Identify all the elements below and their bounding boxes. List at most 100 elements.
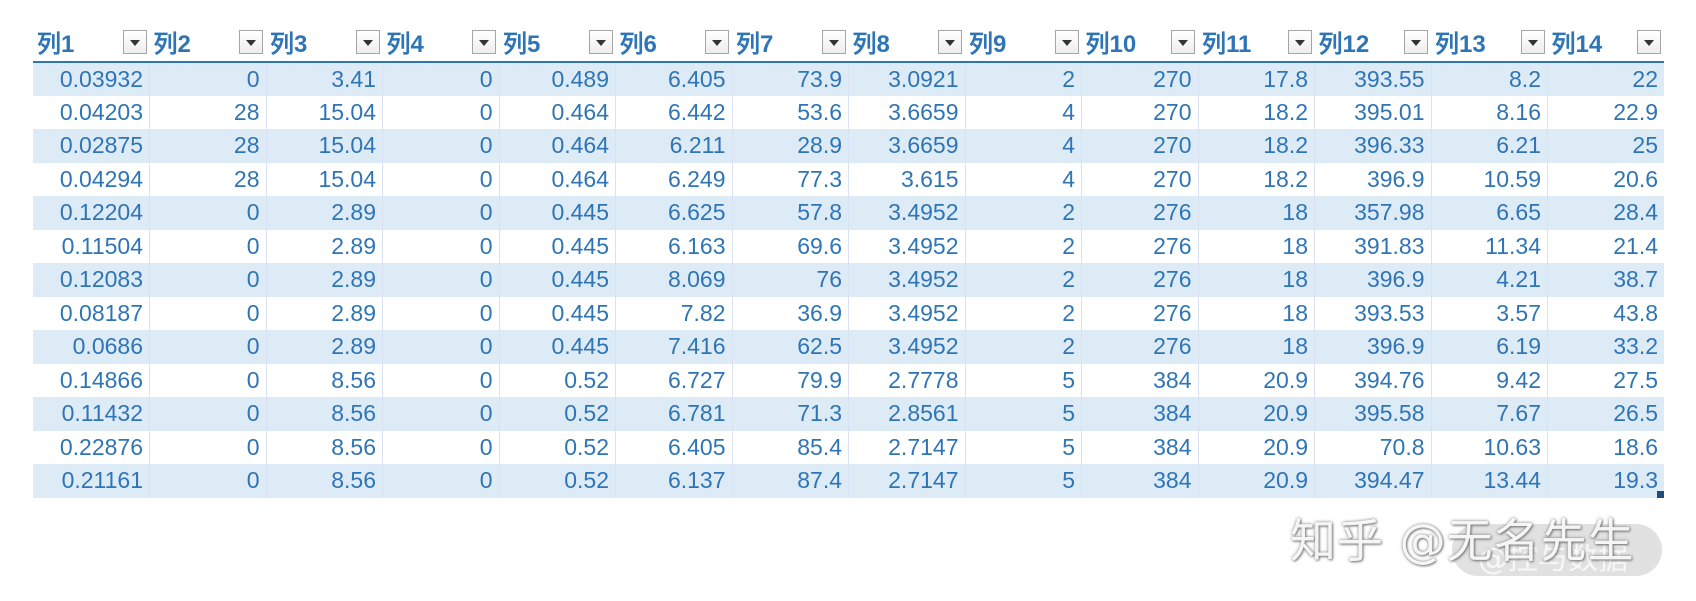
table-cell[interactable]: 76 — [732, 263, 849, 297]
table-cell[interactable]: 0 — [382, 397, 500, 431]
table-cell[interactable]: 0.08187 — [33, 296, 150, 330]
table-cell[interactable]: 28.9 — [732, 129, 849, 163]
table-cell[interactable]: 79.9 — [732, 363, 849, 397]
table-cell[interactable]: 33.2 — [1547, 330, 1664, 364]
table-cell[interactable]: 11.34 — [1431, 229, 1548, 263]
table-cell[interactable]: 0.52 — [499, 397, 616, 431]
filter-dropdown-button[interactable] — [588, 30, 613, 54]
table-cell[interactable]: 4.21 — [1431, 263, 1548, 297]
table-cell[interactable]: 394.76 — [1314, 363, 1432, 397]
table-cell[interactable]: 0.52 — [499, 363, 616, 397]
filter-dropdown-button[interactable] — [239, 30, 263, 54]
table-cell[interactable]: 6.727 — [615, 363, 733, 397]
table-cell[interactable]: 0.0686 — [33, 330, 150, 364]
table-cell[interactable]: 7.416 — [615, 330, 733, 364]
filter-dropdown-button[interactable] — [472, 30, 496, 54]
table-cell[interactable]: 3.4952 — [848, 229, 966, 263]
table-cell[interactable]: 396.9 — [1314, 263, 1432, 297]
table-cell[interactable]: 62.5 — [732, 330, 849, 364]
filter-dropdown-button[interactable] — [938, 30, 962, 54]
column-header[interactable]: 列3 — [266, 28, 383, 63]
table-cell[interactable]: 0 — [382, 95, 500, 129]
table-cell[interactable]: 391.83 — [1314, 229, 1432, 263]
table-cell[interactable]: 21.4 — [1547, 229, 1664, 263]
table-cell[interactable]: 20.6 — [1547, 162, 1664, 196]
table-cell[interactable]: 22.9 — [1547, 95, 1664, 129]
table-cell[interactable]: 0.22876 — [33, 430, 150, 464]
filter-dropdown-button[interactable] — [1171, 30, 1195, 54]
table-cell[interactable]: 393.55 — [1314, 62, 1432, 96]
table-cell[interactable]: 0.464 — [499, 95, 616, 129]
table-cell[interactable]: 2.89 — [266, 330, 383, 364]
table-cell[interactable]: 2 — [965, 62, 1082, 96]
table-cell[interactable]: 3.4952 — [848, 296, 966, 330]
table-cell[interactable]: 2.89 — [266, 196, 383, 230]
column-header[interactable]: 列12 — [1314, 28, 1431, 63]
table-cell[interactable]: 270 — [1081, 129, 1199, 163]
table-cell[interactable]: 15.04 — [266, 162, 383, 196]
column-header[interactable]: 列1 — [33, 28, 150, 63]
table-cell[interactable]: 4 — [965, 162, 1082, 196]
table-cell[interactable]: 27.5 — [1547, 363, 1664, 397]
table-cell[interactable]: 15.04 — [266, 129, 383, 163]
table-cell[interactable]: 0 — [382, 430, 500, 464]
table-cell[interactable]: 18 — [1198, 196, 1315, 230]
column-header[interactable]: 列13 — [1431, 28, 1548, 63]
table-cell[interactable]: 43.8 — [1547, 296, 1664, 330]
table-cell[interactable]: 20.9 — [1198, 430, 1315, 464]
table-cell[interactable]: 0 — [382, 263, 500, 297]
table-cell[interactable]: 394.47 — [1314, 464, 1432, 498]
column-header[interactable]: 列9 — [965, 28, 1082, 63]
table-cell[interactable]: 0 — [149, 330, 267, 364]
table-cell[interactable]: 0.04203 — [33, 95, 150, 129]
table-cell[interactable]: 10.59 — [1431, 162, 1548, 196]
table-cell[interactable]: 0 — [149, 196, 267, 230]
column-header[interactable]: 列2 — [149, 28, 266, 63]
table-resize-handle[interactable] — [1657, 490, 1664, 498]
table-cell[interactable]: 18 — [1198, 296, 1315, 330]
table-cell[interactable]: 0 — [382, 129, 500, 163]
table-cell[interactable]: 28 — [149, 129, 267, 163]
table-cell[interactable]: 10.63 — [1431, 430, 1548, 464]
table-cell[interactable]: 0.12083 — [33, 263, 150, 297]
table-cell[interactable]: 5 — [965, 464, 1082, 498]
table-cell[interactable]: 17.8 — [1198, 62, 1315, 96]
table-cell[interactable]: 0.14866 — [33, 363, 150, 397]
table-cell[interactable]: 3.4952 — [848, 330, 966, 364]
table-cell[interactable]: 0 — [382, 464, 500, 498]
table-cell[interactable]: 6.211 — [615, 129, 733, 163]
table-cell[interactable]: 3.6659 — [848, 129, 966, 163]
table-cell[interactable]: 3.4952 — [848, 263, 966, 297]
filter-dropdown-button[interactable] — [705, 30, 729, 54]
table-cell[interactable]: 38.7 — [1547, 263, 1664, 297]
table-cell[interactable]: 357.98 — [1314, 196, 1432, 230]
column-header[interactable]: 列6 — [615, 28, 732, 63]
table-cell[interactable]: 18 — [1198, 330, 1315, 364]
table-cell[interactable]: 396.33 — [1314, 129, 1432, 163]
table-cell[interactable]: 2 — [965, 263, 1082, 297]
table-cell[interactable]: 0 — [382, 229, 500, 263]
table-cell[interactable]: 69.6 — [732, 229, 849, 263]
table-cell[interactable]: 8.16 — [1431, 95, 1548, 129]
table-cell[interactable]: 0 — [149, 397, 267, 431]
table-cell[interactable]: 0 — [382, 330, 500, 364]
table-cell[interactable]: 384 — [1081, 363, 1199, 397]
table-cell[interactable]: 20.9 — [1198, 397, 1315, 431]
column-header[interactable]: 列7 — [732, 28, 849, 63]
table-cell[interactable]: 5 — [965, 430, 1082, 464]
table-cell[interactable]: 0 — [382, 62, 500, 96]
table-cell[interactable]: 0 — [149, 296, 267, 330]
table-cell[interactable]: 0.02875 — [33, 129, 150, 163]
table-cell[interactable]: 384 — [1081, 397, 1199, 431]
table-cell[interactable]: 15.04 — [266, 95, 383, 129]
table-cell[interactable]: 28.4 — [1547, 196, 1664, 230]
table-cell[interactable]: 3.615 — [848, 162, 966, 196]
table-cell[interactable]: 3.4952 — [848, 196, 966, 230]
table-cell[interactable]: 0.445 — [499, 229, 616, 263]
table-cell[interactable]: 6.19 — [1431, 330, 1548, 364]
table-cell[interactable]: 13.44 — [1431, 464, 1548, 498]
column-header[interactable]: 列5 — [499, 28, 616, 63]
table-cell[interactable]: 77.3 — [732, 162, 849, 196]
table-cell[interactable]: 0.52 — [499, 430, 616, 464]
table-cell[interactable]: 18.2 — [1198, 162, 1315, 196]
